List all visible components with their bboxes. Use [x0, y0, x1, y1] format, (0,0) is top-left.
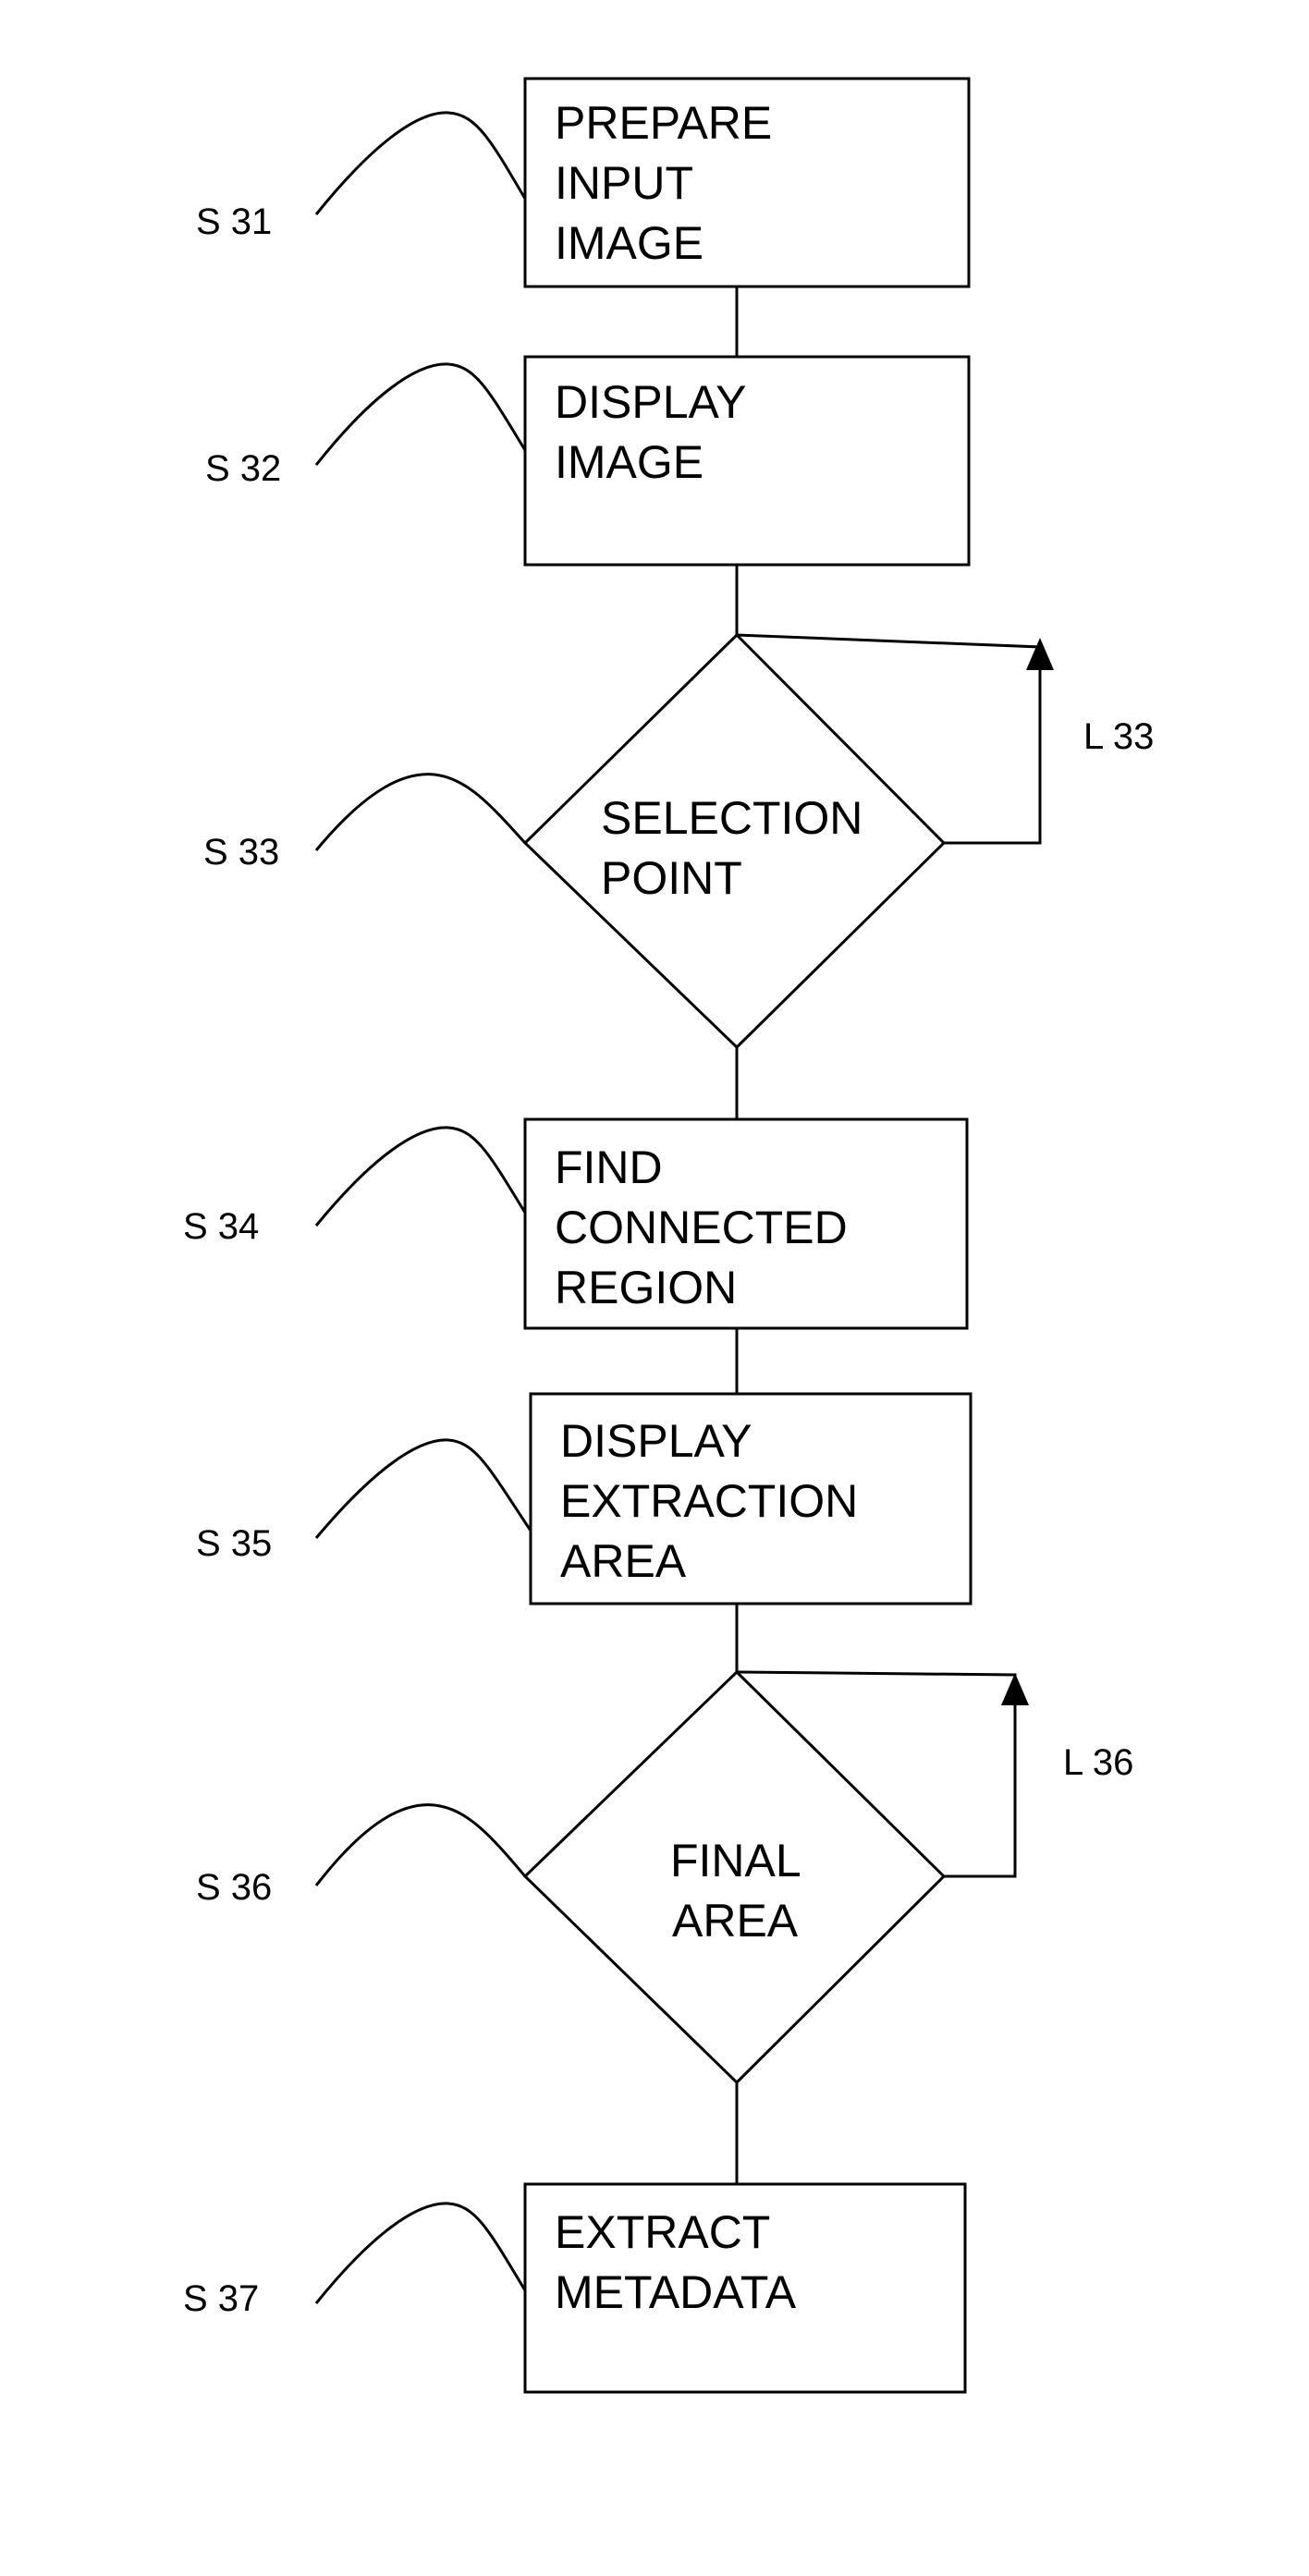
s35-ref-label: S 35 — [196, 1523, 272, 1564]
s37-line-2: METADATA — [555, 2266, 797, 2318]
s33-ref-label: S 33 — [203, 832, 279, 873]
s35-line-1: DISPLAY — [560, 1415, 752, 1467]
s32-line-2: IMAGE — [555, 436, 703, 488]
s35-line-3: AREA — [560, 1535, 687, 1587]
s34-leader-line — [314, 1126, 527, 1227]
flowchart: PREPARE INPUT IMAGE S 31 DISPLAY IMAGE S… — [183, 77, 1154, 2394]
s34-line-2: CONNECTED — [555, 1202, 848, 1253]
s36-leader-line — [314, 1803, 527, 1886]
s35-leader-line — [314, 1438, 532, 1539]
s36-line-1: FINAL — [670, 1835, 801, 1886]
s35-line-2: EXTRACTION — [560, 1475, 858, 1527]
s31-line-2: INPUT — [555, 157, 693, 209]
s36-line-2: AREA — [672, 1895, 799, 1947]
s33-line-1: SELECTION — [601, 792, 862, 844]
l36-ref-label: L 36 — [1063, 1742, 1133, 1783]
s34-ref-label: S 34 — [183, 1206, 259, 1247]
s34-line-1: FIND — [555, 1141, 663, 1193]
s31-line-3: IMAGE — [555, 217, 703, 269]
s31-line-1: PREPARE — [555, 97, 772, 149]
s32-line-1: DISPLAY — [555, 376, 747, 428]
l33-ref-label: L 33 — [1083, 716, 1154, 757]
s31-leader-line — [314, 111, 527, 215]
s33-line-2: POINT — [601, 852, 742, 904]
s37-ref-label: S 37 — [183, 2278, 259, 2319]
s31-ref-label: S 31 — [196, 201, 272, 242]
s32-ref-label: S 32 — [205, 448, 281, 489]
loop-l33-arrowhead-icon — [1026, 638, 1054, 670]
loop-l36-arrowhead-icon — [1001, 1673, 1029, 1705]
s34-line-3: REGION — [555, 1262, 737, 1313]
s37-line-1: EXTRACT — [555, 2206, 770, 2258]
s37-leader-line — [314, 2202, 527, 2304]
s32-leader-line — [314, 362, 527, 466]
s36-ref-label: S 36 — [196, 1867, 272, 1908]
s33-leader-line — [314, 773, 527, 851]
